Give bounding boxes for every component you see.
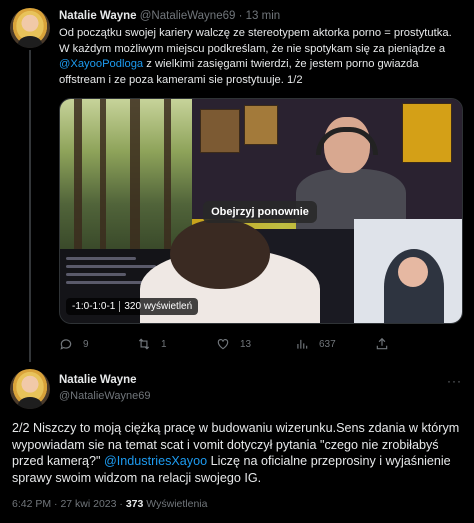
tweet-actions: 9 1 13 637 — [59, 336, 463, 352]
video-info-pill: -1:0-1:0-1 320 wyświetleń — [66, 298, 199, 315]
views-count: 637 — [319, 338, 336, 350]
webcam-overlay — [354, 219, 462, 323]
tweet-header: Natalie Wayne @NatalieWayne69 · 13 min — [59, 8, 280, 24]
author-handle[interactable]: @NatalieWayne69 — [140, 10, 236, 22]
tweet-2[interactable]: Natalie Wayne @NatalieWayne69 ··· 2/2 Ni… — [0, 362, 474, 523]
tweet-meta: 6:42 PM · 27 kwi 2023 · 373 Wyświetlenia — [12, 498, 208, 510]
reply-count: 9 — [83, 338, 89, 350]
views-label: Wyświetlenia — [146, 498, 208, 510]
thread-line — [29, 50, 31, 362]
tweet-date[interactable]: 27 kwi 2023 — [60, 498, 116, 510]
retweet-button[interactable]: 1 — [137, 336, 167, 352]
mention-link[interactable]: @XayooPodloga — [59, 58, 143, 70]
tweet-text: 2/2 Niszczy to moją ciężką pracę w budow… — [12, 420, 464, 486]
video-player[interactable]: Obejrzyj ponownie -1:0-1:0-1 320 wyświet… — [59, 98, 463, 324]
like-button[interactable]: 13 — [216, 336, 251, 352]
retweet-icon — [138, 338, 150, 350]
like-icon — [217, 339, 229, 350]
tweet-text: Od początku swojej kariery walczę ze ste… — [59, 26, 463, 88]
avatar[interactable] — [10, 8, 50, 48]
tweet-1[interactable]: Natalie Wayne @NatalieWayne69 · 13 min O… — [0, 0, 474, 362]
views-button[interactable]: 637 — [295, 336, 336, 352]
replay-button[interactable]: Obejrzyj ponownie — [203, 201, 317, 223]
mention-link[interactable]: @IndustriesXayoo — [104, 454, 207, 468]
reply-icon — [60, 339, 72, 350]
share-icon — [376, 337, 388, 350]
separator: · — [238, 10, 243, 22]
tweet-text-part: Od początku swojej kariery walczę ze ste… — [59, 27, 452, 55]
views-count: 373 — [125, 498, 144, 510]
like-count: 13 — [240, 338, 252, 350]
avatar[interactable] — [10, 369, 50, 409]
more-icon[interactable]: ··· — [447, 374, 462, 388]
views-icon — [297, 339, 308, 349]
author-name[interactable]: Natalie Wayne — [59, 10, 137, 22]
author-handle[interactable]: @NatalieWayne69 — [59, 390, 150, 402]
reply-button[interactable]: 9 — [59, 336, 89, 352]
time-ago[interactable]: 13 min — [246, 10, 281, 22]
video-timestamp: -1:0-1:0-1 — [72, 301, 116, 312]
video-views: 320 wyświetleń — [124, 301, 193, 312]
share-button[interactable] — [375, 336, 389, 352]
tweet-time[interactable]: 6:42 PM — [12, 498, 51, 510]
author-name[interactable]: Natalie Wayne — [59, 374, 137, 386]
retweet-count: 1 — [161, 338, 167, 350]
